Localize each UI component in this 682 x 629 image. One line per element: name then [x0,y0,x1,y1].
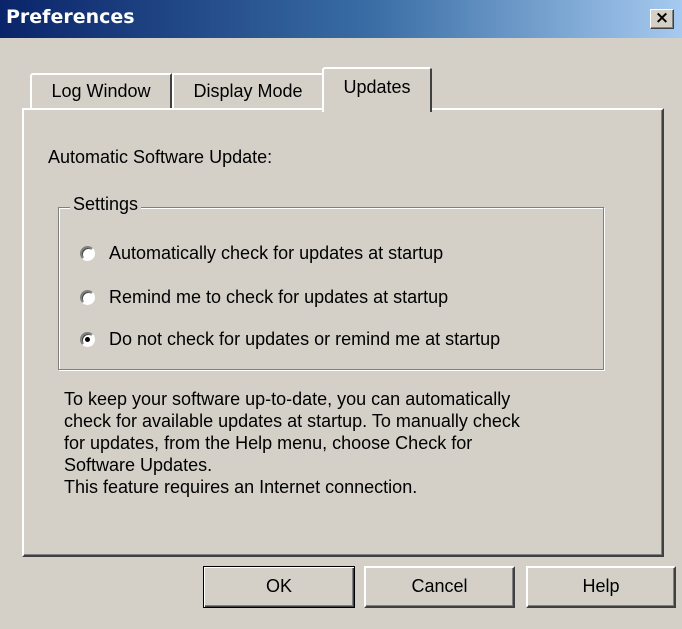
info-line: for updates, from the Help menu, choose … [64,433,473,453]
section-heading: Automatic Software Update: [48,147,273,167]
radio-do-not-check[interactable]: Do not check for updates or remind me at… [80,326,500,352]
tab-updates[interactable]: Updates [322,67,432,112]
info-line: This feature requires an Internet connec… [64,477,418,497]
radio-remind-me[interactable]: Remind me to check for updates at startu… [80,284,448,310]
info-line: Software Updates. [64,455,213,475]
close-icon: × [654,8,670,28]
cancel-button[interactable]: Cancel [364,566,515,608]
info-text: To keep your software up-to-date, you ca… [64,388,634,498]
tab-label: Display Mode [193,81,303,101]
radio-label[interactable]: Remind me to check for updates at startu… [109,287,448,308]
tab-label: Updates [343,77,411,97]
info-line: check for available updates at startup. … [64,411,520,431]
radio-auto-check[interactable]: Automatically check for updates at start… [80,240,443,266]
tab-display-mode[interactable]: Display Mode [172,73,324,110]
radio-button[interactable] [80,245,95,261]
close-button[interactable]: × [650,9,674,29]
tab-label: Log Window [51,81,151,101]
info-line: To keep your software up-to-date, you ca… [64,389,511,409]
settings-legend: Settings [70,194,142,215]
radio-label[interactable]: Do not check for updates or remind me at… [109,329,500,350]
radio-label[interactable]: Automatically check for updates at start… [109,243,443,264]
window-title: Preferences [6,6,135,28]
radio-button[interactable] [80,289,95,305]
help-button[interactable]: Help [526,566,676,608]
ok-button[interactable]: OK [203,566,355,608]
radio-button-selected[interactable] [80,331,95,347]
tab-log-window[interactable]: Log Window [30,73,172,110]
title-bar: Preferences × [0,0,682,38]
